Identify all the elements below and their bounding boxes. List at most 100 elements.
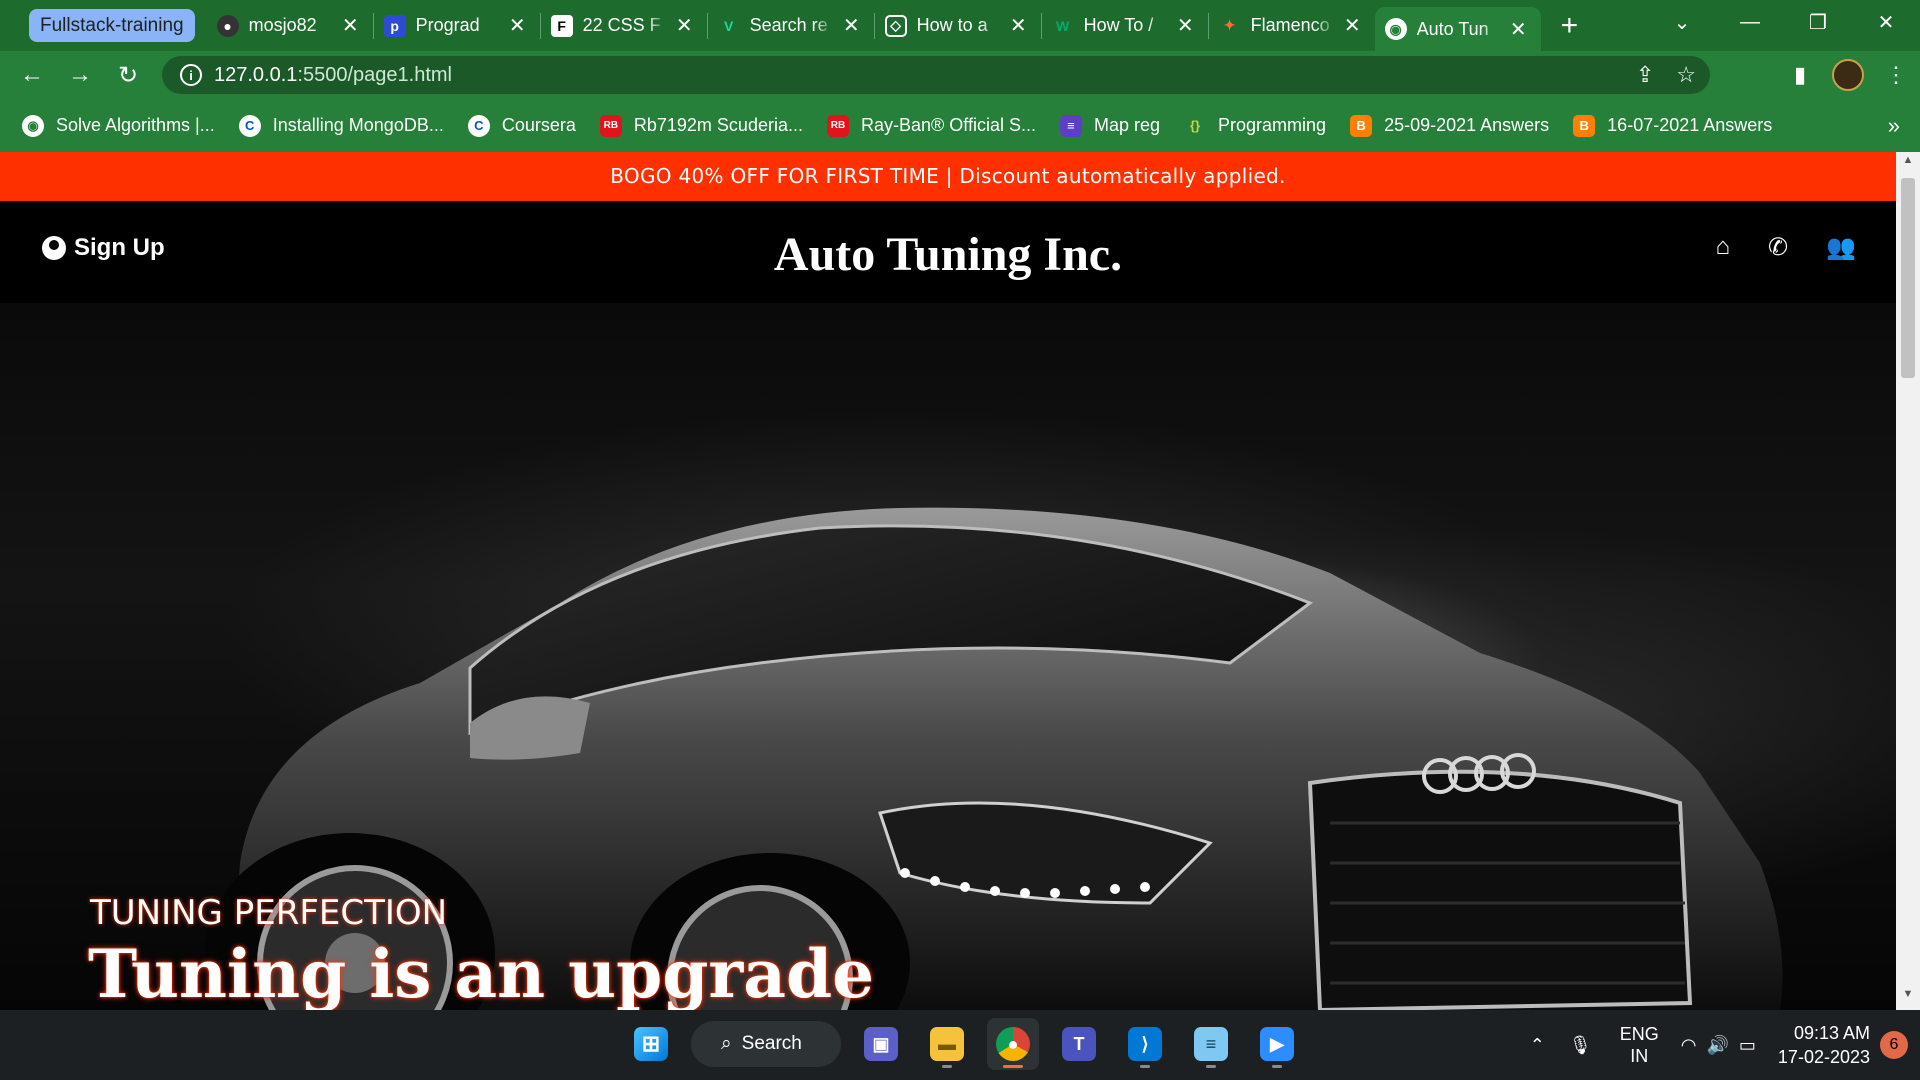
flamenco-icon: ✦ [1223, 17, 1236, 33]
tab-title: mosjo82 [248, 15, 317, 35]
home-icon[interactable]: ⌂ [1716, 233, 1731, 262]
tab-search[interactable]: V Search re ✕ [708, 0, 874, 51]
chrome-app[interactable]: ● [987, 1018, 1039, 1070]
tab-flamenco[interactable]: ✦ Flamenco ✕ [1209, 0, 1375, 51]
bookmark-label: Ray-Ban® Official S... [860, 115, 1036, 135]
profile-avatar[interactable] [1832, 59, 1864, 91]
system-tray: ⌃ 🎙 ENG IN ◠ 🔊 ▭ 09:13 AM 17-02-2023 6 [1530, 1010, 1920, 1080]
tab-w3schools[interactable]: W How To / ✕ [1042, 0, 1208, 51]
close-icon[interactable]: ✕ [1344, 13, 1361, 38]
close-icon[interactable]: ✕ [1177, 13, 1194, 38]
notepad-app[interactable]: ≡ [1185, 1018, 1237, 1070]
start-button[interactable]: ⊞ [625, 1018, 677, 1070]
windows-taskbar: ⊞ ⌕ Search ▣ ▬ ● T ⟩ ≡ ▶ ⌃ 🎙 ENG IN ◠ 🔊 … [0, 1010, 1920, 1080]
coursera-icon: C [467, 114, 490, 137]
share-icon[interactable]: ⇪ [1636, 62, 1654, 88]
tab-css[interactable]: F 22 CSS F ✕ [541, 0, 707, 51]
tab-group-chip[interactable]: Fullstack-training [29, 9, 195, 42]
close-icon[interactable]: ✕ [676, 13, 693, 38]
tab-title: Prograd [415, 15, 480, 35]
battery-icon[interactable]: ▭ [1739, 1035, 1756, 1056]
teams-app[interactable]: T [1053, 1018, 1105, 1070]
tab-strip: Fullstack-training ● mosjo82 ✕ p Prograd… [0, 0, 1920, 51]
wifi-icon[interactable]: ◠ [1681, 1035, 1697, 1056]
tab-github[interactable]: ● mosjo82 ✕ [207, 0, 373, 51]
language-code: ENG [1619, 1024, 1659, 1044]
bookmark-item[interactable]: ≡ Map reg [1059, 114, 1160, 137]
list-icon: ≡ [1059, 114, 1082, 137]
close-icon[interactable]: ✕ [1510, 17, 1527, 42]
address-bar[interactable]: i 127.0.0.1:5500/page1.html ⇪ ☆ [162, 56, 1710, 94]
scroll-down-icon[interactable]: ▼ [1896, 988, 1920, 1008]
restore-icon[interactable]: ❐ [1784, 10, 1852, 35]
scrollbar-thumb[interactable] [1901, 178, 1915, 378]
close-window-icon[interactable]: ✕ [1852, 10, 1920, 35]
globe-icon: ◉ [1384, 18, 1407, 40]
close-icon[interactable]: ✕ [1010, 13, 1027, 38]
bookmarks-overflow-icon[interactable]: » [1888, 113, 1900, 139]
bookmark-item[interactable]: C Coursera [467, 114, 576, 137]
omnibox-actions: ⇪ ☆ [1636, 62, 1696, 88]
vscode-app[interactable]: ⟩ [1119, 1018, 1171, 1070]
phone-icon[interactable]: ✆ [1768, 233, 1788, 262]
bookmark-item[interactable]: RB Rb7192m Scuderia... [599, 114, 803, 137]
search-icon: ⌕ [721, 1033, 732, 1054]
taskbar-search[interactable]: ⌕ Search [691, 1021, 841, 1067]
windows-logo-icon: ⊞ [634, 1027, 668, 1061]
volume-icon[interactable]: 🔊 [1706, 1035, 1728, 1056]
clock[interactable]: 09:13 AM 17-02-2023 [1778, 1021, 1870, 1069]
reload-icon[interactable]: ↻ [104, 61, 152, 90]
close-icon[interactable]: ✕ [509, 13, 526, 38]
bookmark-item[interactable]: RB Ray-Ban® Official S... [826, 114, 1036, 137]
chat-icon: ▣ [864, 1027, 898, 1061]
clock-date: 17-02-2023 [1777, 1047, 1870, 1067]
browser-toolbar: ← → ↻ i 127.0.0.1:5500/page1.html ⇪ ☆ ▮ … [0, 51, 1920, 99]
microphone-icon[interactable]: 🎙 [1569, 1035, 1592, 1056]
bookmark-label: Programming [1218, 115, 1327, 135]
bookmark-item[interactable]: B 16-07-2021 Answers [1573, 114, 1773, 137]
teams-chat-app[interactable]: ▣ [855, 1018, 907, 1070]
bookmark-label: 16-07-2021 Answers [1607, 115, 1773, 135]
chevron-up-icon[interactable]: ⌃ [1530, 1035, 1545, 1056]
notification-badge[interactable]: 6 [1880, 1031, 1908, 1059]
users-icon[interactable]: 👥 [1826, 233, 1856, 262]
coursera-icon: C [238, 114, 261, 137]
page-scrollbar[interactable]: ▲ ▼ [1896, 152, 1920, 1010]
blogger-icon: B [1573, 114, 1596, 137]
bookmark-item[interactable]: B 25-09-2021 Answers [1350, 114, 1549, 137]
new-tab-icon[interactable]: + [1561, 9, 1579, 43]
hero-banner: TUNING PERFECTION Tuning is an upgrade [0, 303, 1896, 1010]
menu-icon[interactable]: ⋮ [1872, 62, 1920, 88]
close-icon[interactable]: ✕ [843, 13, 860, 38]
codepen-icon: ◇ [884, 14, 907, 37]
tab-title: Flamenco [1250, 15, 1330, 35]
tab-list: ● mosjo82 ✕ p Prograd ✕ F 22 CSS F ✕ V S… [207, 0, 1579, 51]
url-host: 127.0.0.1 [214, 63, 298, 86]
forward-icon[interactable]: → [56, 61, 104, 89]
site-info-icon[interactable]: i [180, 64, 202, 86]
close-icon[interactable]: ✕ [342, 13, 359, 38]
bookmark-item[interactable]: C Installing MongoDB... [238, 114, 444, 137]
tab-codepen[interactable]: ◇ How to a ✕ [875, 0, 1041, 51]
scroll-up-icon[interactable]: ▲ [1896, 154, 1920, 174]
tab-auto-tuning[interactable]: ◉ Auto Tun ✕ [1374, 7, 1541, 51]
clock-time: 09:13 AM [1793, 1023, 1870, 1043]
bookmark-item[interactable]: ◉ Solve Algorithms |... [22, 114, 215, 137]
language-indicator[interactable]: ENG IN [1620, 1023, 1659, 1067]
prograd-icon: p [383, 14, 406, 37]
blogger-icon: B [1350, 114, 1373, 137]
site-brand: Auto Tuning Inc. [773, 228, 1123, 281]
tab-prograd[interactable]: p Prograd ✕ [374, 0, 540, 51]
back-icon[interactable]: ← [8, 61, 56, 89]
running-indicator [1140, 1065, 1150, 1068]
tab-search-icon[interactable]: ⌄ [1648, 10, 1716, 35]
zoom-app[interactable]: ▶ [1251, 1018, 1303, 1070]
bookmark-star-icon[interactable]: ☆ [1676, 62, 1696, 88]
bookmark-label: Solve Algorithms |... [56, 115, 215, 135]
minimize-icon[interactable]: — [1716, 11, 1784, 34]
side-panel-icon[interactable]: ▮ [1776, 62, 1824, 88]
running-indicator [1206, 1065, 1216, 1068]
bookmark-item[interactable]: {} Programming [1184, 115, 1326, 137]
window-controls: ⌄ — ❐ ✕ [1648, 0, 1920, 44]
file-explorer-app[interactable]: ▬ [921, 1018, 973, 1070]
